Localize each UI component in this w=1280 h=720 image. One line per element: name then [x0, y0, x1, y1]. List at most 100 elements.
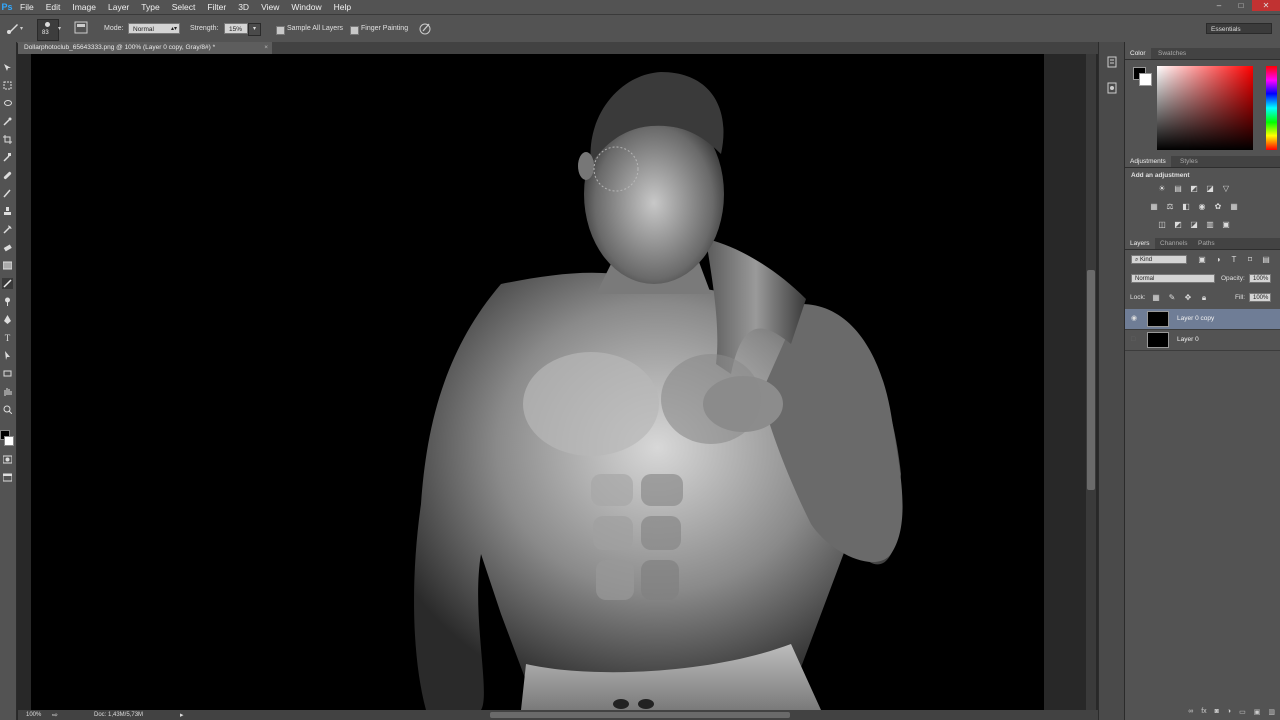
- tab-swatches[interactable]: Swatches: [1153, 48, 1191, 59]
- vertical-scroll-thumb[interactable]: [1087, 270, 1095, 490]
- brush-panel-toggle-icon[interactable]: [74, 21, 88, 34]
- hue-saturation-icon[interactable]: ▦: [1149, 202, 1159, 211]
- workspace-dropdown[interactable]: Essentials: [1206, 23, 1272, 34]
- filter-type-icon[interactable]: T: [1229, 255, 1239, 264]
- hand-tool-icon[interactable]: [2, 386, 13, 397]
- smudge-tool-icon[interactable]: [6, 21, 20, 35]
- mode-dropdown[interactable]: Normal ▴▾: [128, 23, 180, 34]
- zoom-tool-icon[interactable]: [2, 404, 13, 415]
- vibrance-icon[interactable]: ▽: [1221, 184, 1231, 193]
- filter-shape-icon[interactable]: ⌑: [1245, 255, 1255, 264]
- layer-row[interactable]: ◉ Layer 0 copy: [1125, 309, 1280, 330]
- gradient-map-icon[interactable]: ▥: [1205, 220, 1215, 229]
- eraser-tool-icon[interactable]: [2, 242, 13, 253]
- sample-all-layers-checkbox[interactable]: [276, 26, 285, 35]
- clone-stamp-tool-icon[interactable]: [2, 206, 13, 217]
- fx-icon[interactable]: fx: [1201, 708, 1206, 720]
- brush-picker-arrow-icon[interactable]: ▾: [58, 25, 61, 32]
- strength-input[interactable]: 15%: [224, 23, 248, 34]
- type-tool-icon[interactable]: T: [2, 332, 13, 343]
- menu-edit[interactable]: Edit: [40, 0, 67, 14]
- link-layers-icon[interactable]: ∞: [1188, 708, 1193, 720]
- brush-tool-icon[interactable]: [2, 188, 13, 199]
- lock-image-icon[interactable]: ✎: [1167, 293, 1177, 302]
- eye-icon[interactable]: ◉: [1131, 315, 1139, 323]
- tab-channels[interactable]: Channels: [1155, 238, 1192, 249]
- maximize-button[interactable]: □: [1230, 0, 1252, 11]
- visibility-toggle-empty[interactable]: □: [1131, 336, 1139, 344]
- close-button[interactable]: ✕: [1252, 0, 1280, 11]
- color-lookup-icon[interactable]: ▦: [1229, 202, 1239, 211]
- new-layer-icon[interactable]: ▣: [1254, 708, 1261, 720]
- pressure-icon[interactable]: [418, 22, 432, 35]
- close-tab-icon[interactable]: ×: [264, 42, 268, 54]
- pen-tool-icon[interactable]: [2, 314, 13, 325]
- menu-type[interactable]: Type: [135, 0, 165, 14]
- layer-row[interactable]: □ Layer 0: [1125, 330, 1280, 351]
- menu-image[interactable]: Image: [66, 0, 102, 14]
- menu-window[interactable]: Window: [285, 0, 327, 14]
- menu-file[interactable]: File: [14, 0, 40, 14]
- tab-adjustments[interactable]: Adjustments: [1125, 156, 1171, 167]
- photo-filter-icon[interactable]: ◉: [1197, 202, 1207, 211]
- horizontal-scroll-thumb[interactable]: [490, 712, 790, 718]
- lock-all-icon[interactable]: 🔒︎: [1199, 293, 1209, 302]
- blend-mode-dropdown[interactable]: Normal: [1131, 274, 1215, 283]
- black-white-icon[interactable]: ◧: [1181, 202, 1191, 211]
- tool-preset-dropdown-icon[interactable]: ▾: [20, 25, 28, 33]
- tab-layers[interactable]: Layers: [1125, 238, 1155, 249]
- quick-mask-icon[interactable]: [2, 454, 13, 465]
- channel-mixer-icon[interactable]: ✿: [1213, 202, 1223, 211]
- menu-view[interactable]: View: [255, 0, 285, 14]
- invert-icon[interactable]: ◫: [1157, 220, 1167, 229]
- export-icon[interactable]: ⇨: [52, 711, 58, 719]
- history-brush-tool-icon[interactable]: [2, 224, 13, 235]
- path-selection-tool-icon[interactable]: [2, 350, 13, 361]
- background-color-swatch[interactable]: [1139, 73, 1152, 86]
- tab-styles[interactable]: Styles: [1175, 156, 1203, 167]
- filter-adjustment-icon[interactable]: ◑: [1213, 255, 1223, 264]
- document-tab[interactable]: Dollarphotoclub_65643333.png @ 100% (Lay…: [18, 42, 272, 54]
- curves-icon[interactable]: ◩: [1189, 184, 1199, 193]
- strength-slider-toggle[interactable]: ▾: [248, 23, 261, 36]
- zoom-level[interactable]: 100%: [26, 712, 41, 718]
- new-adjustment-icon[interactable]: ◑: [1227, 708, 1231, 720]
- screen-mode-icon[interactable]: [2, 472, 13, 483]
- properties-panel-icon[interactable]: [1107, 82, 1117, 94]
- color-picker-field[interactable]: [1157, 66, 1253, 150]
- dodge-tool-icon[interactable]: [2, 296, 13, 307]
- eyedropper-tool-icon[interactable]: [2, 152, 13, 163]
- crop-tool-icon[interactable]: [2, 134, 13, 145]
- levels-icon[interactable]: ▤: [1173, 184, 1183, 193]
- threshold-icon[interactable]: ◪: [1189, 220, 1199, 229]
- healing-brush-tool-icon[interactable]: [2, 170, 13, 181]
- smudge-tool-icon[interactable]: [2, 278, 13, 289]
- tab-color[interactable]: Color: [1125, 48, 1151, 59]
- history-panel-icon[interactable]: [1107, 56, 1117, 68]
- photoshop-logo[interactable]: Ps: [0, 0, 14, 14]
- opacity-input[interactable]: 100%: [1249, 274, 1271, 283]
- add-mask-icon[interactable]: ◙: [1215, 708, 1219, 720]
- menu-help[interactable]: Help: [328, 0, 357, 14]
- finger-painting-checkbox[interactable]: [350, 26, 359, 35]
- status-menu-arrow-icon[interactable]: ▸: [180, 711, 184, 719]
- brush-preset-picker[interactable]: 83: [37, 19, 59, 41]
- menu-filter[interactable]: Filter: [201, 0, 232, 14]
- menu-3d[interactable]: 3D: [232, 0, 255, 14]
- quick-selection-tool-icon[interactable]: [2, 116, 13, 127]
- layer-filter-kind-dropdown[interactable]: ⌕ Kind: [1131, 255, 1187, 264]
- fill-input[interactable]: 100%: [1249, 293, 1271, 302]
- gradient-tool-icon[interactable]: [2, 260, 13, 271]
- lock-position-icon[interactable]: ✥: [1183, 293, 1193, 302]
- rectangle-tool-icon[interactable]: [2, 368, 13, 379]
- posterize-icon[interactable]: ◩: [1173, 220, 1183, 229]
- selective-color-icon[interactable]: ▣: [1221, 220, 1231, 229]
- document-canvas[interactable]: [31, 54, 1044, 710]
- brightness-contrast-icon[interactable]: ☀: [1157, 184, 1167, 193]
- tab-paths[interactable]: Paths: [1193, 238, 1220, 249]
- menu-layer[interactable]: Layer: [102, 0, 135, 14]
- marquee-tool-icon[interactable]: [2, 80, 13, 91]
- exposure-icon[interactable]: ◪: [1205, 184, 1215, 193]
- new-group-icon[interactable]: ▭: [1239, 708, 1246, 720]
- filter-pixel-icon[interactable]: ▣: [1197, 255, 1207, 264]
